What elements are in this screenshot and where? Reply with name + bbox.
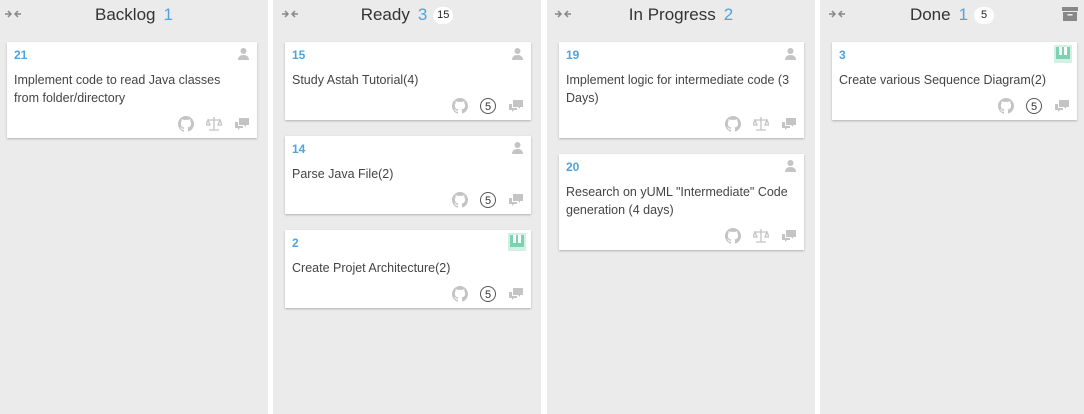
column-title-text: Ready [360,5,410,24]
issue-card[interactable]: 21 Implement code to read Java classes f… [7,42,257,138]
column-card-count: 3 [417,5,428,24]
card-footer [713,228,797,244]
story-points-badge[interactable]: 5 [480,192,496,208]
column-ready: Ready 3 15 15 Study Astah Tutorial(4) 5 14… [273,0,541,414]
issue-title: Parse Java File(2) [292,167,394,181]
issue-card[interactable]: 2 Create Projet Architecture(2) 5 [285,230,531,308]
issue-title: Study Astah Tutorial(4) [292,73,419,87]
column-title: Backlog 1 [0,4,268,26]
issue-card[interactable]: 14 Parse Java File(2) 5 [285,136,531,214]
column-done: Done 1 5 3 Create various Sequence Diagram… [820,0,1084,414]
github-icon[interactable] [178,116,194,132]
issue-title: Create Projet Architecture(2) [292,261,451,275]
issue-number[interactable]: 3 [839,48,846,62]
issue-number[interactable]: 19 [566,48,579,62]
column-title: In Progress 2 [547,4,815,26]
column-in-progress: In Progress 2 19 Implement logic for inte… [547,0,815,414]
issue-title: Implement code to read Java classes from… [14,73,221,105]
issue-card[interactable]: 19 Implement logic for intermediate code… [559,42,804,138]
card-footer [166,116,250,132]
balance-scale-icon[interactable] [753,228,769,244]
comments-icon[interactable] [1054,98,1070,114]
column-title-text: In Progress [628,5,716,24]
story-points-badge[interactable]: 5 [1026,98,1042,114]
issue-title: Create various Sequence Diagram(2) [839,73,1047,87]
comments-icon[interactable] [508,98,524,114]
github-icon[interactable] [998,98,1014,114]
issue-number[interactable]: 14 [292,142,305,156]
column-title: Done 1 5 [820,4,1084,26]
card-footer: 5 [440,98,524,114]
column-title-text: Done [909,5,951,24]
issue-title: Implement logic for intermediate code (3… [566,73,790,105]
column-header: In Progress 2 [547,0,815,30]
issue-card[interactable]: 3 Create various Sequence Diagram(2) 5 [832,42,1077,120]
issue-number[interactable]: 21 [14,48,27,62]
column-title: Ready 3 15 [273,4,541,26]
comments-icon[interactable] [508,286,524,302]
column-backlog: Backlog 1 21 Implement code to read Java … [0,0,268,414]
issue-title: Research on yUML "Intermediate" Code gen… [566,185,788,217]
story-points-badge[interactable]: 5 [480,98,496,114]
card-footer [713,116,797,132]
user-placeholder-icon[interactable] [511,47,524,60]
comments-icon[interactable] [781,116,797,132]
issue-card[interactable]: 20 Research on yUML "Intermediate" Code … [559,154,804,250]
waffle-logo-icon[interactable] [1054,45,1072,63]
card-footer: 5 [440,286,524,302]
github-icon[interactable] [452,192,468,208]
column-card-count: 1 [958,5,969,24]
column-card-count: 2 [723,5,734,24]
issue-card[interactable]: 15 Study Astah Tutorial(4) 5 [285,42,531,120]
column-card-count: 1 [163,5,173,24]
story-points-badge[interactable]: 5 [480,286,496,302]
column-wip-limit-badge: 15 [433,7,454,24]
balance-scale-icon[interactable] [753,116,769,132]
comments-icon[interactable] [781,228,797,244]
user-placeholder-icon[interactable] [237,47,250,60]
user-placeholder-icon[interactable] [784,159,797,172]
card-footer: 5 [440,192,524,208]
issue-number[interactable]: 15 [292,48,305,62]
waffle-logo-icon[interactable] [508,233,526,251]
column-header: Ready 3 15 [273,0,541,30]
issue-number[interactable]: 20 [566,160,579,174]
balance-scale-icon[interactable] [206,116,222,132]
github-icon[interactable] [452,286,468,302]
comments-icon[interactable] [508,192,524,208]
issue-number[interactable]: 2 [292,236,299,250]
card-footer: 5 [986,98,1070,114]
github-icon[interactable] [725,116,741,132]
column-title-text: Backlog [95,5,156,24]
column-header: Done 1 5 [820,0,1084,30]
github-icon[interactable] [452,98,468,114]
kanban-board: Backlog 1 21 Implement code to read Java … [0,0,1084,414]
github-icon[interactable] [725,228,741,244]
column-header: Backlog 1 [0,0,268,30]
user-placeholder-icon[interactable] [511,141,524,154]
column-wip-limit-badge: 5 [974,7,995,24]
comments-icon[interactable] [234,116,250,132]
user-placeholder-icon[interactable] [784,47,797,60]
archive-icon[interactable] [1062,7,1078,21]
